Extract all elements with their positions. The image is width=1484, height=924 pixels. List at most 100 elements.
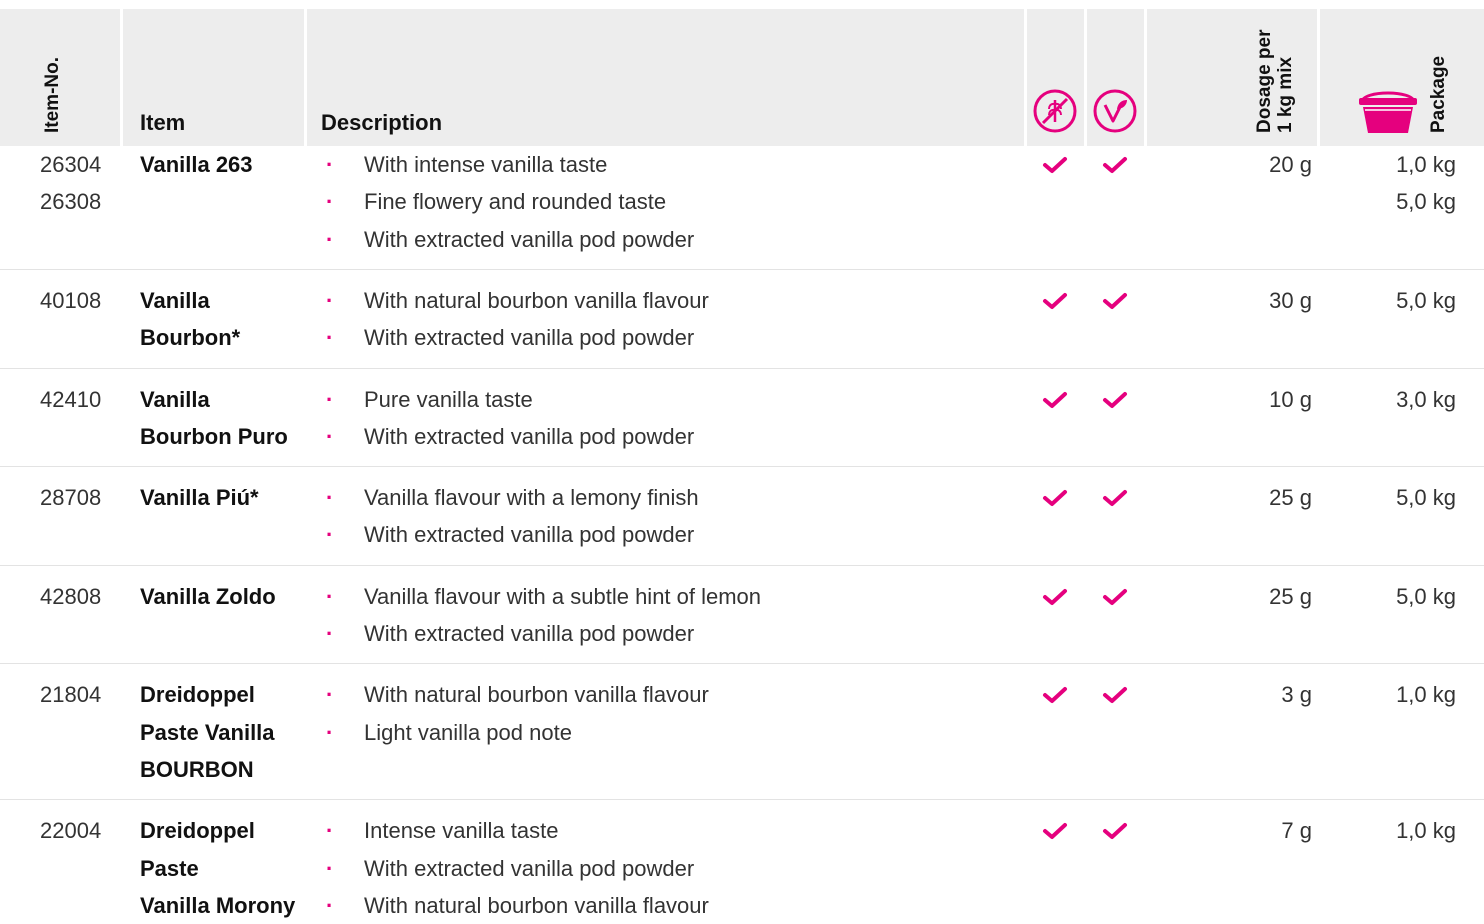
description-item: · With extracted vanilla pod powder: [326, 516, 694, 553]
description-text: With extracted vanilla pod powder: [364, 855, 695, 881]
description-text: Fine flowery and rounded taste: [364, 189, 667, 215]
description-text: Intense vanilla taste: [364, 818, 559, 844]
bullet-icon: ·: [326, 522, 334, 548]
description-item: · Fine flowery and rounded taste: [326, 183, 666, 220]
bullet-icon: ·: [326, 325, 334, 351]
item-name: Bourbon*: [140, 325, 241, 351]
description-text: Pure vanilla taste: [364, 386, 533, 412]
package-size: 3,0 kg: [1396, 386, 1456, 412]
vegan-check-icon: [1103, 823, 1127, 840]
item-name: Bourbon Puro: [140, 423, 288, 449]
header-dosage: Dosage per 1 kg mix: [1254, 30, 1296, 133]
item-name: Vanilla Piú*: [140, 485, 259, 511]
gluten-free-check-icon: [1043, 157, 1067, 173]
description-text: With extracted vanilla pod powder: [364, 522, 695, 548]
item-name: Paste: [140, 855, 199, 881]
description-item: · With extracted vanilla pod powder: [326, 319, 694, 356]
vegan-check-icon: [1103, 490, 1127, 507]
bullet-icon: ·: [326, 719, 334, 745]
item-number: 22004: [40, 818, 102, 844]
bullet-icon: ·: [326, 682, 334, 708]
bullet-icon: ·: [326, 583, 334, 609]
description-text: Vanilla flavour with a subtle hint of le…: [364, 583, 762, 609]
package-size: 1,0 kg: [1396, 152, 1456, 177]
header-dosage-line2: 1 kg mix: [1275, 56, 1296, 133]
description-item: · Light vanilla pod note: [326, 714, 572, 751]
description-item: · With extracted vanilla pod powder: [326, 221, 694, 258]
dosage-value: 7 g: [1281, 818, 1312, 844]
bullet-icon: ·: [326, 892, 334, 918]
package-size: 5,0 kg: [1396, 485, 1456, 511]
item-number: 26308: [40, 189, 102, 215]
product-table: Item-No. Item Description Dosage per 1 k…: [0, 0, 1484, 918]
gluten-free-check-icon: [1043, 391, 1067, 408]
bullet-icon: ·: [326, 818, 334, 844]
header-description: Description: [321, 110, 443, 135]
item-name: Vanilla: [140, 386, 210, 412]
header-item-no: Item-No.: [42, 57, 63, 133]
description-item: · With extracted vanilla pod powder: [326, 418, 694, 455]
description-item: · With natural bourbon vanilla flavour: [326, 676, 709, 713]
description-item: · Intense vanilla taste: [326, 812, 558, 849]
dosage-value: 30 g: [1269, 287, 1312, 313]
bucket-icon: [1359, 91, 1417, 133]
header-package: Package: [1428, 55, 1449, 133]
gluten-free-icon: [1033, 89, 1077, 133]
item-name: Paste Vanilla: [140, 719, 275, 745]
vegan-check-icon: [1103, 157, 1127, 173]
item-name: Vanilla: [140, 287, 210, 313]
bullet-icon: ·: [326, 287, 334, 313]
description-item: · Vanilla flavour with a lemony finish: [326, 479, 699, 516]
row-divider: [0, 367, 1484, 369]
gluten-free-check-icon: [1043, 490, 1067, 507]
description-item: · With natural bourbon vanilla flavour: [326, 887, 709, 924]
item-number: 40108: [40, 287, 102, 313]
bullet-icon: ·: [326, 485, 334, 511]
dosage-value: 3 g: [1281, 682, 1312, 708]
package-size: 1,0 kg: [1396, 818, 1456, 844]
description-text: Light vanilla pod note: [364, 719, 572, 745]
bullet-icon: ·: [326, 621, 334, 646]
description-item: · With extracted vanilla pod powder: [326, 850, 694, 887]
item-name: Vanilla Zoldo: [140, 583, 276, 609]
bullet-icon: ·: [326, 189, 334, 215]
vegan-icon: [1093, 89, 1137, 133]
item-number: 26304: [40, 152, 102, 177]
header-item: Item: [140, 110, 186, 135]
description-text: With extracted vanilla pod powder: [364, 226, 695, 252]
package-size: 5,0 kg: [1396, 189, 1456, 215]
row-divider: [0, 268, 1484, 270]
vegan-check-icon: [1103, 687, 1127, 704]
item-number: 21804: [40, 682, 102, 708]
description-item: · Vanilla flavour with a subtle hint of l…: [326, 578, 761, 615]
package-size: 5,0 kg: [1396, 583, 1456, 609]
row-divider: [0, 799, 1484, 801]
description-item: · With extracted vanilla pod powder: [326, 615, 694, 652]
bullet-icon: ·: [326, 226, 334, 252]
description-item: · With intense vanilla taste: [326, 146, 607, 183]
item-name: Vanilla 263: [140, 152, 253, 177]
table-header: Item-No. Item Description Dosage per 1 k…: [0, 0, 1484, 146]
package-size: 5,0 kg: [1396, 287, 1456, 313]
description-text: With natural bourbon vanilla flavour: [364, 287, 709, 313]
item-number: 28708: [40, 485, 102, 511]
dosage-value: 20 g: [1269, 152, 1312, 177]
description-text: With extracted vanilla pod powder: [364, 325, 695, 351]
description-text: Vanilla flavour with a lemony finish: [364, 485, 699, 511]
bullet-icon: ·: [326, 386, 334, 412]
item-name: Dreidoppel: [140, 818, 255, 844]
description-text: With natural bourbon vanilla flavour: [364, 682, 709, 708]
dosage-value: 25 g: [1269, 485, 1312, 511]
bullet-icon: ·: [326, 152, 334, 177]
item-number: 42808: [40, 583, 102, 609]
gluten-free-check-icon: [1043, 823, 1067, 840]
description-text: With natural bourbon vanilla flavour: [364, 892, 709, 918]
dosage-value: 10 g: [1269, 386, 1312, 412]
bullet-icon: ·: [326, 855, 334, 881]
vegan-check-icon: [1103, 391, 1127, 408]
item-name: Dreidoppel: [140, 682, 255, 708]
row-divider: [0, 663, 1484, 665]
item-name: BOURBON: [140, 756, 254, 782]
vegan-check-icon: [1103, 588, 1127, 605]
description-item: · Pure vanilla taste: [326, 381, 533, 418]
